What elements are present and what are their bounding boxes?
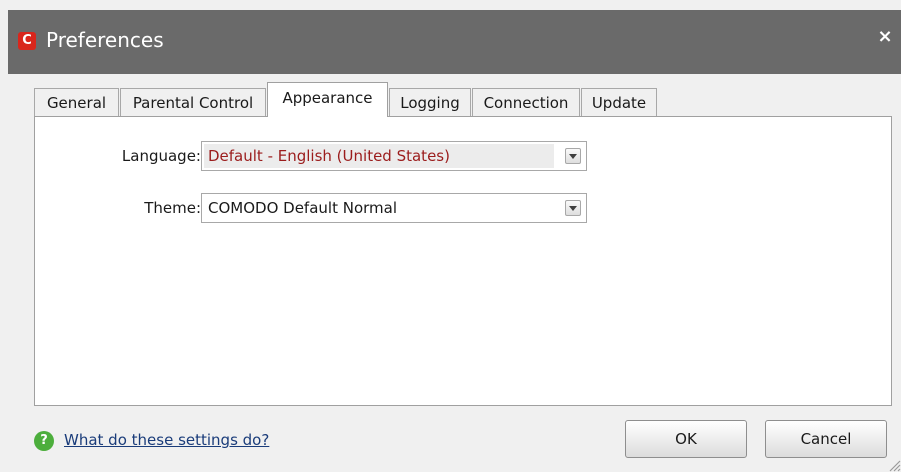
tab-parental-control[interactable]: Parental Control <box>120 88 266 116</box>
tab-logging[interactable]: Logging <box>389 88 471 116</box>
window-title: Preferences <box>46 28 164 52</box>
theme-value: COMODO Default Normal <box>208 199 398 217</box>
tab-update[interactable]: Update <box>581 88 657 116</box>
theme-dropdown[interactable]: COMODO Default Normal <box>201 193 587 223</box>
dialog-body: General Parental Control Appearance Logg… <box>8 74 901 472</box>
chevron-down-icon[interactable] <box>565 200 581 216</box>
appearance-panel: Language: Default - English (United Stat… <box>34 116 892 406</box>
theme-label: Theme: <box>144 199 201 217</box>
help-link[interactable]: What do these settings do? <box>64 429 269 451</box>
cancel-button[interactable]: Cancel <box>765 420 887 458</box>
preferences-dialog: C Preferences × General Parental Control… <box>0 0 901 472</box>
ok-button[interactable]: OK <box>625 420 747 458</box>
resize-grip-icon[interactable] <box>887 458 901 472</box>
language-dropdown[interactable]: Default - English (United States) <box>201 141 587 171</box>
title-bar[interactable]: C Preferences × <box>8 10 901 74</box>
language-label: Language: <box>121 147 201 165</box>
help-icon: ? <box>34 431 54 451</box>
language-value: Default - English (United States) <box>208 147 450 165</box>
comodo-logo-icon: C <box>18 32 36 50</box>
chevron-down-icon[interactable] <box>565 148 581 164</box>
tab-connection[interactable]: Connection <box>472 88 580 116</box>
tab-general[interactable]: General <box>34 88 119 116</box>
tab-appearance[interactable]: Appearance <box>267 82 388 117</box>
close-icon[interactable]: × <box>875 27 895 47</box>
